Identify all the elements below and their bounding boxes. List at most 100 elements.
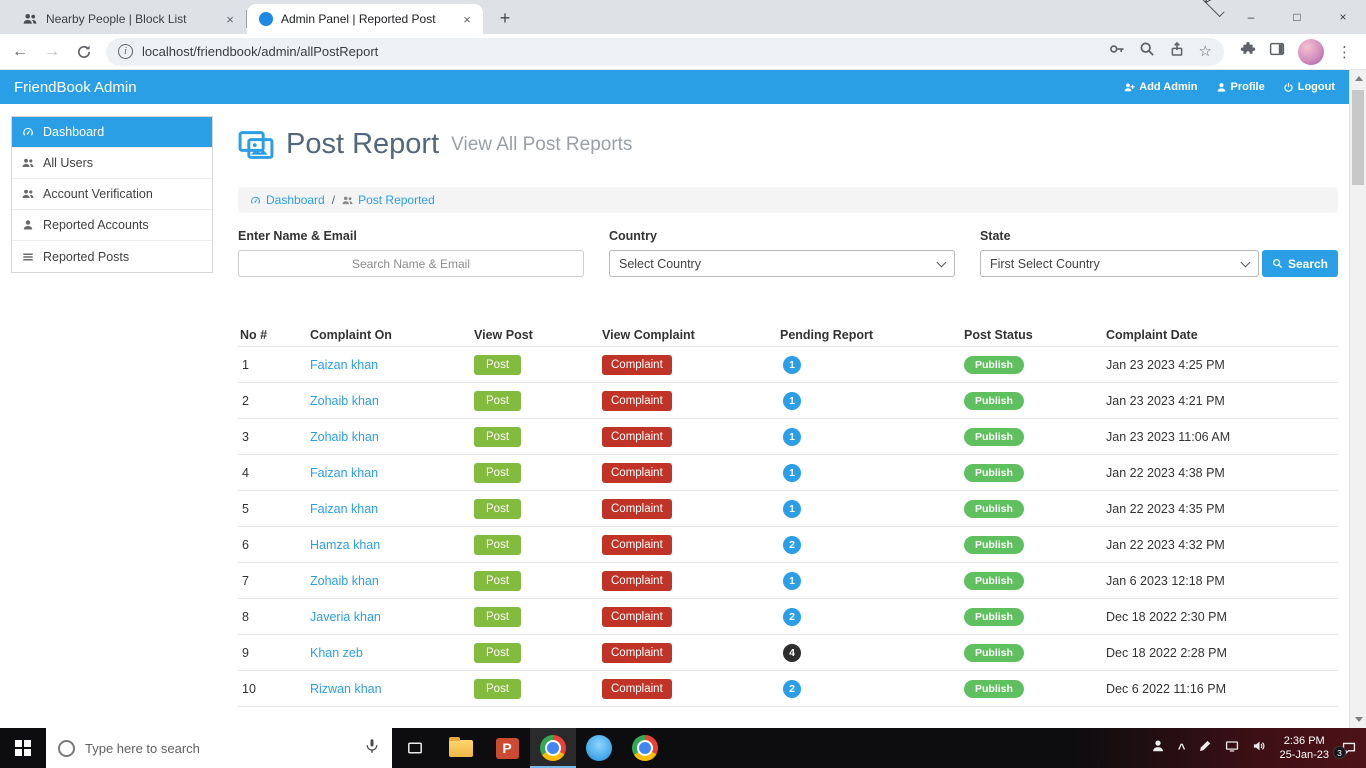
complaint-on-link[interactable]: Javeria khan [310, 610, 381, 624]
view-post-button[interactable]: Post [474, 678, 522, 699]
view-complaint-button[interactable]: Complaint [602, 606, 672, 627]
tab-admin-panel[interactable]: Admin Panel | Reported Post × [247, 4, 483, 34]
powerpoint-icon[interactable]: P [484, 728, 530, 768]
volume-tray-icon[interactable] [1252, 739, 1266, 758]
view-post-button[interactable]: Post [474, 570, 522, 591]
window-maximize-button[interactable]: □ [1274, 0, 1320, 34]
sidebar-item-dashboard[interactable]: Dashboard [12, 117, 212, 148]
complaint-date: Dec 6 2022 11:16 PM [1106, 681, 1226, 696]
extensions-puzzle-icon[interactable] [1240, 41, 1256, 62]
taskbar-search-placeholder: Type here to search [85, 740, 200, 756]
view-post-button[interactable]: Post [474, 462, 522, 483]
window-close-button[interactable]: × [1320, 0, 1366, 34]
tab-nearby-people[interactable]: Nearby People | Block List × [10, 4, 246, 34]
complaint-on-link[interactable]: Rizwan khan [310, 682, 382, 696]
breadcrumb-current[interactable]: Post Reported [342, 193, 435, 207]
sidebar-item-reported-posts[interactable]: Reported Posts [12, 241, 212, 272]
sidebar-item-reported-accounts[interactable]: Reported Accounts [12, 210, 212, 241]
network-tray-icon[interactable] [1225, 739, 1239, 758]
tab-search-chevron-icon[interactable]: ∨ [1191, 0, 1225, 18]
people-tray-icon[interactable] [1151, 739, 1165, 758]
add-admin-link[interactable]: Add Admin [1124, 81, 1198, 93]
column-header: Pending Report [780, 327, 874, 342]
new-tab-button[interactable]: + [491, 4, 519, 32]
back-button[interactable]: ← [6, 38, 34, 66]
post-report-icon [238, 131, 274, 159]
side-panel-icon[interactable] [1269, 41, 1285, 62]
view-post-button[interactable]: Post [474, 426, 522, 447]
profile-avatar[interactable] [1298, 38, 1324, 65]
pen-tray-icon[interactable] [1198, 739, 1212, 758]
sidebar-item-all-users[interactable]: All Users [12, 148, 212, 179]
complaint-on-link[interactable]: Zohaib khan [310, 394, 379, 408]
view-complaint-button[interactable]: Complaint [602, 498, 672, 519]
taskbar-clock[interactable]: 2:36 PM 25-Jan-23 [1279, 734, 1329, 763]
complaint-on-link[interactable]: Hamza khan [310, 538, 380, 552]
taskbar-search[interactable]: Type here to search [46, 728, 392, 768]
bookmark-star-icon[interactable]: ☆ [1199, 44, 1212, 59]
hidden-icons-caret[interactable]: ^ [1178, 741, 1186, 756]
table-row: 1 Faizan khan Post Complaint 1 Publish J… [238, 347, 1338, 383]
share-icon[interactable] [1169, 41, 1185, 62]
breadcrumb-dashboard-link[interactable]: Dashboard [250, 193, 325, 207]
column-header: No # [240, 327, 268, 342]
complaint-on-link[interactable]: Zohaib khan [310, 430, 379, 444]
browser-menu-icon[interactable]: ⋮ [1337, 43, 1352, 61]
view-complaint-button[interactable]: Complaint [602, 390, 672, 411]
logout-link[interactable]: Logout [1283, 81, 1335, 93]
pending-report-badge: 1 [783, 391, 801, 410]
chrome-taskbar-icon[interactable] [530, 728, 576, 768]
view-post-button[interactable]: Post [474, 642, 522, 663]
complaint-on-link[interactable]: Faizan khan [310, 358, 378, 372]
view-complaint-button[interactable]: Complaint [602, 678, 672, 699]
refresh-button[interactable] [70, 38, 98, 66]
view-post-button[interactable]: Post [474, 534, 522, 555]
system-tray: ^ 2:36 PM 25-Jan-23 3 [1151, 728, 1366, 768]
action-center-icon[interactable]: 3 [1333, 741, 1356, 759]
view-complaint-button[interactable]: Complaint [602, 354, 672, 375]
view-complaint-button[interactable]: Complaint [602, 642, 672, 663]
scrollbar-down-arrow[interactable] [1350, 711, 1366, 728]
view-complaint-button[interactable]: Complaint [602, 570, 672, 591]
profile-link[interactable]: Profile [1216, 81, 1265, 93]
start-button[interactable] [0, 728, 46, 768]
view-complaint-button[interactable]: Complaint [602, 426, 672, 447]
search-button[interactable]: Search [1261, 250, 1338, 277]
address-bar[interactable]: i localhost/friendbook/admin/allPostRepo… [106, 37, 1224, 66]
password-key-icon[interactable] [1109, 41, 1125, 62]
complaint-on-link[interactable]: Khan zeb [310, 646, 363, 660]
microphone-icon[interactable] [364, 738, 380, 759]
view-post-button[interactable]: Post [474, 498, 522, 519]
scrollbar-up-arrow[interactable] [1350, 70, 1366, 87]
view-complaint-button[interactable]: Complaint [602, 534, 672, 555]
sidebar-item-account-verification[interactable]: Account Verification [12, 179, 212, 210]
view-post-button[interactable]: Post [474, 606, 522, 627]
site-info-icon[interactable]: i [118, 44, 133, 59]
row-number: 4 [242, 465, 249, 480]
state-select[interactable]: First Select Country [979, 250, 1259, 277]
name-email-input[interactable] [238, 250, 584, 277]
zoom-icon[interactable] [1139, 41, 1155, 62]
tab-close-icon[interactable]: × [222, 11, 238, 27]
window-minimize-button[interactable]: – [1228, 0, 1274, 34]
complaint-on-link[interactable]: Zohaib khan [310, 574, 379, 588]
post-status-badge: Publish [964, 463, 1024, 482]
tab-close-icon[interactable]: × [459, 11, 475, 27]
row-number: 9 [242, 645, 249, 660]
country-select[interactable]: Select Country [608, 250, 955, 277]
forward-button[interactable]: → [38, 38, 66, 66]
file-explorer-icon[interactable] [438, 728, 484, 768]
breadcrumb: Dashboard / Post Reported [238, 187, 1338, 213]
view-post-button[interactable]: Post [474, 390, 522, 411]
chrome-taskbar-icon-2[interactable] [622, 728, 668, 768]
view-complaint-button[interactable]: Complaint [602, 462, 672, 483]
complaint-on-link[interactable]: Faizan khan [310, 502, 378, 516]
page-scrollbar[interactable] [1349, 70, 1366, 728]
column-header: Post Status [964, 327, 1033, 342]
complaint-on-link[interactable]: Faizan khan [310, 466, 378, 480]
app-icon-blue[interactable] [576, 728, 622, 768]
view-post-button[interactable]: Post [474, 354, 522, 375]
row-number: 5 [242, 501, 249, 516]
task-view-button[interactable] [392, 728, 438, 768]
scrollbar-thumb[interactable] [1352, 90, 1364, 185]
